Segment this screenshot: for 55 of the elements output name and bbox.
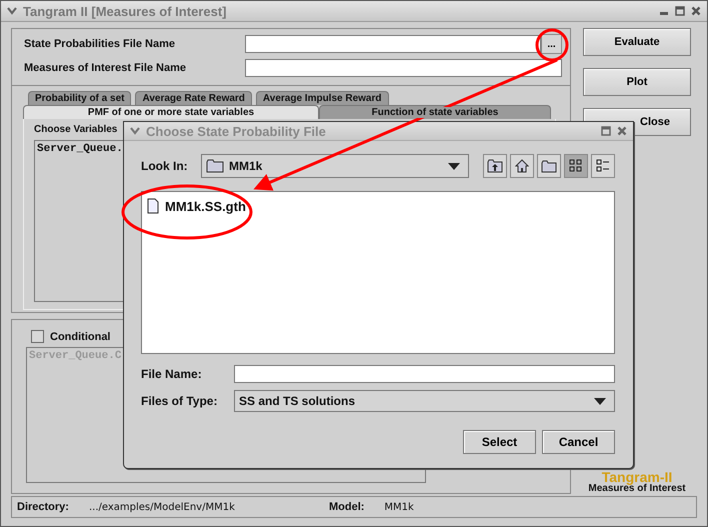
- look-in-value: MM1k: [229, 159, 262, 173]
- look-in-dropdown[interactable]: MM1k: [201, 154, 469, 178]
- choose-variables-label: Choose Variables: [34, 124, 118, 137]
- folder-up-icon: [487, 159, 503, 173]
- tab[interactable]: Average Rate Reward: [135, 90, 252, 105]
- directory-path: .../examples/ModelEnv/MM1k: [88, 502, 236, 512]
- tab[interactable]: PMF of one or more state variables: [23, 104, 319, 119]
- caret-icon: [448, 162, 460, 170]
- files-of-type-label: Files of Type:: [141, 394, 218, 408]
- home-icon: [515, 159, 529, 173]
- field-label: State Probabilities File Name: [24, 38, 176, 50]
- dialog-button[interactable]: Cancel: [542, 430, 615, 454]
- browse-button[interactable]: ...: [541, 34, 562, 54]
- tab[interactable]: Average Impulse Reward: [256, 90, 388, 105]
- folder-icon: [206, 159, 224, 173]
- file-type-value: SS and TS solutions: [239, 394, 356, 408]
- dialog-button[interactable]: Select: [463, 430, 536, 454]
- caret-icon: [594, 398, 606, 404]
- home-view-button[interactable]: [510, 154, 534, 178]
- logo-title: Tangram-II: [602, 471, 672, 484]
- directory-label: Directory:: [17, 501, 69, 513]
- file-type-dropdown[interactable]: SS and TS solutions: [234, 390, 615, 412]
- annotation-circle: [536, 28, 568, 62]
- close-icon[interactable]: [691, 6, 701, 16]
- action-button[interactable]: Plot: [583, 68, 691, 96]
- window-title: Tangram II [Measures of Interest]: [23, 4, 226, 18]
- field-label: Measures of Interest File Name: [24, 62, 188, 74]
- checkbox-label: Conditional: [50, 330, 110, 343]
- input-field[interactable]: [245, 35, 541, 53]
- list-view-button[interactable]: [564, 154, 588, 178]
- folder-icon: [541, 160, 557, 172]
- model-label: Model:: [328, 501, 364, 513]
- details-view-button[interactable]: [591, 154, 615, 178]
- chevron-icon[interactable]: [130, 127, 140, 135]
- model-name: MM1k: [384, 502, 414, 512]
- action-button[interactable]: Evaluate: [583, 28, 691, 56]
- input-field[interactable]: [245, 59, 562, 77]
- file-name-field[interactable]: [234, 365, 615, 383]
- maximize-icon[interactable]: [601, 126, 611, 136]
- dialog-title: Choose State Probability File: [146, 124, 326, 138]
- file-icon: [147, 198, 159, 214]
- close-icon[interactable]: [617, 126, 627, 136]
- logo-subtitle: Measures of Interest: [588, 484, 686, 494]
- file-name[interactable]: MM1k.SS.gth: [165, 198, 246, 214]
- new-folder-view-button[interactable]: [537, 154, 561, 178]
- tab[interactable]: Probability of a set: [28, 90, 132, 105]
- details-list-icon: [596, 159, 610, 173]
- chevron-icon[interactable]: [7, 7, 17, 15]
- file-list[interactable]: MM1k.SS.gth: [141, 191, 615, 354]
- grid-icon: [569, 159, 583, 173]
- tab[interactable]: Function of state variables: [319, 104, 551, 119]
- file-name-label: File Name:: [141, 367, 203, 381]
- maximize-icon[interactable]: [675, 6, 685, 16]
- up-view-button[interactable]: [483, 154, 507, 178]
- look-in-label: Look In:: [141, 159, 189, 173]
